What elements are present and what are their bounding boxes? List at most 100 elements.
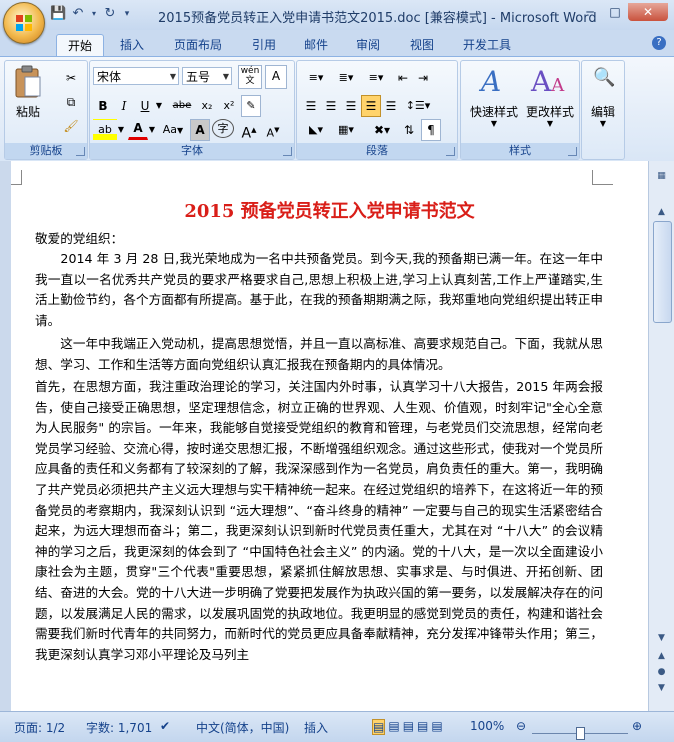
highlight-dropdown-icon[interactable]: ▼ [116, 119, 126, 141]
tab-view[interactable]: 视图 [402, 34, 442, 56]
save-icon[interactable]: 💾 [50, 6, 66, 22]
shrink-font-button[interactable]: A▼ [262, 119, 284, 141]
zoom-out-icon[interactable]: ⊖ [516, 719, 526, 733]
line-spacing-button[interactable]: ↕☰▾ [403, 95, 433, 117]
multilevel-list-button[interactable]: ≡▾ [361, 67, 391, 89]
justify-icon[interactable]: ☰ [361, 95, 381, 117]
customize-toolbar-icon[interactable]: ▾ [122, 6, 132, 22]
strikethrough-button[interactable]: abe [168, 95, 196, 117]
format-painter-icon[interactable]: 🖌 [61, 115, 81, 137]
ribbon-tabs: 开始 插入 页面布局 引用 邮件 审阅 视图 开发工具 ? [0, 30, 674, 57]
highlight-color-button[interactable]: ab [93, 119, 117, 141]
bold-button[interactable]: B [93, 95, 113, 117]
undo-dropdown-icon[interactable]: ▾ [90, 6, 98, 22]
tab-developer[interactable]: 开发工具 [454, 34, 520, 56]
align-right-icon[interactable]: ☰ [341, 95, 361, 117]
zoom-level[interactable]: 100% [470, 719, 504, 733]
previous-page-icon[interactable]: ▲ [653, 649, 670, 664]
draft-icon[interactable]: ▤ [431, 719, 442, 735]
maximize-button[interactable]: □ [603, 3, 627, 21]
window-controls: ─ □ ✕ [578, 3, 668, 21]
print-layout-icon[interactable]: ▤ [372, 719, 386, 735]
clear-formatting-button[interactable]: ✎ [241, 95, 261, 117]
zoom-in-icon[interactable]: ⊕ [632, 719, 642, 733]
close-button[interactable]: ✕ [628, 3, 668, 21]
insert-mode-indicator[interactable]: 插入 [304, 719, 328, 736]
align-center-icon[interactable]: ☰ [321, 95, 341, 117]
web-layout-icon[interactable]: ▤ [403, 719, 414, 735]
document-page[interactable]: 2015 预备党员转正入党申请书范文 敬爱的党组织： 2014 年 3 月 28… [11, 161, 648, 711]
increase-indent-icon[interactable]: ⇥ [413, 67, 433, 89]
chevron-down-icon: ▼ [169, 72, 176, 81]
decrease-indent-icon[interactable]: ⇤ [393, 67, 413, 89]
quick-styles-button[interactable]: A 快速样式 ▼ [467, 65, 521, 139]
tab-insert[interactable]: 插入 [112, 34, 152, 56]
change-styles-button[interactable]: AA 更改样式 ▼ [523, 65, 577, 139]
tab-page-layout[interactable]: 页面布局 [166, 34, 230, 56]
help-icon[interactable]: ? [652, 36, 666, 50]
styles-group-label: 样式 [461, 143, 579, 159]
numbering-button[interactable]: ≣▾ [331, 67, 361, 89]
clipboard-group: 粘贴 ✂ ⧉ 🖌 剪贴板 [4, 60, 88, 160]
align-left-icon[interactable]: ☰ [301, 95, 321, 117]
borders-button[interactable]: ▦▾ [331, 119, 361, 141]
office-button[interactable] [3, 2, 45, 44]
ruler-toggle-icon[interactable]: ▦ [653, 169, 670, 184]
scroll-down-icon[interactable]: ▼ [653, 631, 670, 646]
underline-button[interactable]: U [135, 95, 155, 117]
clipboard-launcher-icon[interactable] [76, 147, 85, 156]
tab-references[interactable]: 引用 [244, 34, 284, 56]
italic-button[interactable]: I [114, 95, 134, 117]
paragraph-launcher-icon[interactable] [446, 147, 455, 156]
sort-icon[interactable]: ⇅ [399, 119, 419, 141]
language-indicator[interactable]: 中文(简体，中国) [196, 719, 289, 736]
proofing-icon[interactable]: ✔ [160, 719, 170, 733]
next-page-icon[interactable]: ▼ [653, 681, 670, 696]
phonetic-guide-button[interactable]: wén 文 [238, 65, 262, 89]
office-logo-icon [16, 15, 32, 31]
font-color-dropdown-icon[interactable]: ▼ [147, 119, 157, 141]
tab-mailings[interactable]: 邮件 [296, 34, 336, 56]
change-case-button[interactable]: Aa▼ [158, 119, 188, 141]
tab-review[interactable]: 审阅 [348, 34, 388, 56]
word-count[interactable]: 字数: 1,701 [86, 719, 152, 736]
vertical-scrollbar[interactable]: ▦ ▲ ▼ ▲ ● ▼ [648, 161, 674, 711]
shading-button[interactable]: ◣▾ [301, 119, 331, 141]
underline-dropdown-icon[interactable]: ▼ [153, 95, 165, 117]
paragraph-group: ≡▾ ≣▾ ≡▾ ⇤ ⇥ ☰ ☰ ☰ ☰ ☰ ↕☰▾ ◣▾ ▦▾ ✖▾ ⇅ ¶ … [296, 60, 458, 160]
editing-button[interactable]: 🔍 编辑 ▼ [584, 65, 622, 139]
asian-layout-button[interactable]: ✖▾ [367, 119, 397, 141]
scroll-up-icon[interactable]: ▲ [653, 205, 670, 220]
zoom-slider-handle[interactable] [576, 727, 585, 740]
cut-icon[interactable]: ✂ [61, 67, 81, 89]
font-color-button[interactable]: A [128, 119, 148, 140]
copy-icon[interactable]: ⧉ [61, 91, 81, 113]
clipboard-group-label: 剪贴板 [5, 143, 87, 159]
paste-label: 粘贴 [15, 105, 40, 119]
paragraph-3: 首先，在思想方面，我注重政治理论的学习，关注国内外时事，认真学习十八大报告，20… [35, 379, 603, 662]
distributed-icon[interactable]: ☰ [381, 95, 401, 117]
minimize-button[interactable]: ─ [578, 3, 602, 21]
show-marks-icon[interactable]: ¶ [421, 119, 441, 141]
superscript-button[interactable]: x² [218, 95, 240, 117]
font-launcher-icon[interactable] [283, 147, 292, 156]
character-border-button[interactable]: A [265, 65, 287, 89]
font-size-combo[interactable]: 五号 ▼ [182, 67, 232, 85]
grow-font-button[interactable]: A▲ [238, 119, 260, 142]
subscript-button[interactable]: x₂ [196, 95, 218, 117]
paste-icon [15, 65, 41, 98]
select-browse-object-icon[interactable]: ● [653, 665, 670, 680]
undo-icon[interactable]: ↶ [70, 6, 86, 22]
full-screen-reading-icon[interactable]: ▤ [388, 719, 399, 735]
outline-icon[interactable]: ▤ [417, 719, 428, 735]
bullets-button[interactable]: ≡▾ [301, 67, 331, 89]
font-name-combo[interactable]: 宋体 ▼ [93, 67, 179, 85]
scroll-thumb[interactable] [653, 221, 672, 323]
paste-button[interactable]: 粘贴 [13, 65, 47, 125]
styles-launcher-icon[interactable] [568, 147, 577, 156]
redo-icon[interactable]: ↻ [102, 6, 118, 22]
character-shading-button[interactable]: A [190, 119, 210, 141]
tab-home[interactable]: 开始 [56, 34, 104, 57]
page-count[interactable]: 页面: 1/2 [14, 719, 65, 736]
enclose-characters-button[interactable]: 字 [212, 119, 234, 138]
